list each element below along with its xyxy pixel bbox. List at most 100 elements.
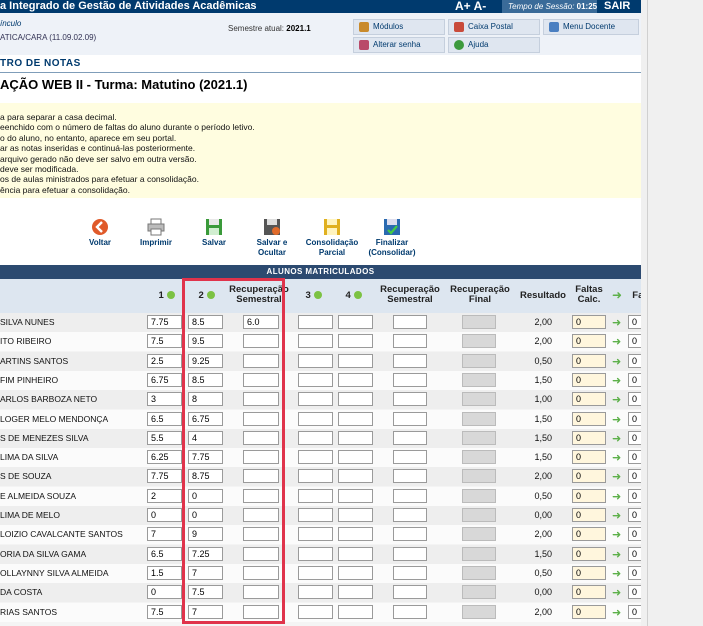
grade-unit-3-input[interactable]: [298, 565, 333, 580]
faltas-input[interactable]: 0: [628, 488, 641, 503]
rec-semestral-2-input[interactable]: [393, 469, 427, 484]
grade-unit-4-input[interactable]: [338, 546, 373, 561]
consolidacao-parcial-button[interactable]: Consolidação Parcial: [302, 218, 362, 258]
faltas-input[interactable]: 0: [628, 353, 641, 368]
copy-arrow-icon[interactable]: ➜: [612, 606, 626, 619]
rec-semestral-2-input[interactable]: [393, 334, 427, 349]
faltas-input[interactable]: 0: [628, 527, 641, 542]
salvar-button[interactable]: Salvar: [184, 218, 244, 248]
faltas-input[interactable]: 0: [628, 334, 641, 349]
grade-unit-3-input[interactable]: [298, 488, 333, 503]
rec-semestral-2-input[interactable]: [393, 450, 427, 465]
grade-unit-3-input[interactable]: [298, 604, 333, 619]
grade-unit-1-input[interactable]: 6.5: [147, 411, 182, 426]
grade-unit-3-input[interactable]: [298, 315, 333, 329]
grade-unit-3-input[interactable]: [298, 469, 333, 484]
copy-arrow-icon[interactable]: ➜: [612, 316, 626, 329]
copy-arrow-icon[interactable]: ➜: [612, 413, 626, 426]
grade-unit-1-input[interactable]: 6.5: [147, 546, 182, 561]
rec-semestral-2-input[interactable]: [393, 411, 427, 426]
grade-unit-3-input[interactable]: [298, 392, 333, 407]
faltas-input[interactable]: 0: [628, 565, 641, 580]
rec-semestral-2-input[interactable]: [393, 353, 427, 368]
faltas-input[interactable]: 0: [628, 430, 641, 445]
grade-unit-4-input[interactable]: [338, 527, 373, 542]
grade-unit-4-input[interactable]: [338, 372, 373, 387]
grade-unit-1-input[interactable]: 6.25: [147, 450, 182, 465]
grade-unit-4-input[interactable]: [338, 469, 373, 484]
faltas-input[interactable]: 0: [628, 411, 641, 426]
grade-unit-3-input[interactable]: [298, 334, 333, 349]
grade-unit-1-input[interactable]: 0: [147, 585, 182, 600]
modulos-button[interactable]: Módulos: [353, 19, 445, 35]
rec-semestral-2-input[interactable]: [393, 372, 427, 387]
copy-arrow-icon[interactable]: ➜: [612, 355, 626, 368]
grade-unit-3-input[interactable]: [298, 372, 333, 387]
grade-unit-3-input[interactable]: [298, 353, 333, 368]
rec-semestral-2-input[interactable]: [393, 488, 427, 503]
grade-unit-4-input[interactable]: [338, 334, 373, 349]
grade-unit-1-input[interactable]: 0: [147, 508, 182, 522]
rec-semestral-2-input[interactable]: [393, 604, 427, 619]
rec-semestral-2-input[interactable]: [393, 546, 427, 561]
grade-unit-4-input[interactable]: [338, 392, 373, 407]
header-unit-1[interactable]: 1: [155, 291, 179, 301]
grade-unit-3-input[interactable]: [298, 430, 333, 445]
grade-unit-4-input[interactable]: [338, 450, 373, 465]
faltas-input[interactable]: 0: [628, 546, 641, 561]
copy-arrow-icon[interactable]: ➜: [612, 470, 626, 483]
copy-arrow-icon[interactable]: ➜: [612, 528, 626, 541]
copy-arrow-icon[interactable]: ➜: [612, 335, 626, 348]
grade-unit-3-input[interactable]: [298, 527, 333, 542]
copy-arrow-icon[interactable]: ➜: [612, 548, 626, 561]
grade-unit-3-input[interactable]: [298, 411, 333, 426]
header-unit-3[interactable]: 3: [302, 291, 326, 301]
grade-unit-1-input[interactable]: 7.75: [147, 315, 182, 329]
grade-unit-1-input[interactable]: 6.75: [147, 372, 182, 387]
grade-unit-3-input[interactable]: [298, 450, 333, 465]
alterar-senha-button[interactable]: Alterar senha: [353, 37, 445, 53]
voltar-button[interactable]: Voltar: [70, 218, 130, 248]
caixa-postal-button[interactable]: Caixa Postal: [448, 19, 540, 35]
grade-unit-4-input[interactable]: [338, 411, 373, 426]
faltas-input[interactable]: 0: [628, 604, 641, 619]
rec-semestral-2-input[interactable]: [393, 392, 427, 407]
ajuda-button[interactable]: Ajuda: [448, 37, 540, 53]
grade-unit-4-input[interactable]: [338, 315, 373, 329]
faltas-input[interactable]: 0: [628, 372, 641, 387]
grade-unit-1-input[interactable]: 1.5: [147, 565, 182, 580]
grade-unit-4-input[interactable]: [338, 430, 373, 445]
copy-arrow-icon[interactable]: ➜: [612, 451, 626, 464]
header-unit-4[interactable]: 4: [342, 291, 366, 301]
menu-docente-button[interactable]: Menu Docente: [543, 19, 639, 35]
rec-semestral-2-input[interactable]: [393, 315, 427, 329]
grade-unit-1-input[interactable]: 7.5: [147, 604, 182, 619]
faltas-input[interactable]: 0: [628, 315, 641, 329]
rec-semestral-2-input[interactable]: [393, 430, 427, 445]
copy-arrow-icon[interactable]: ➜: [612, 432, 626, 445]
copy-arrow-icon[interactable]: ➜: [612, 586, 626, 599]
salvar-ocultar-button[interactable]: Salvar e Ocultar: [242, 218, 302, 258]
imprimir-button[interactable]: Imprimir: [126, 218, 186, 248]
grade-unit-3-input[interactable]: [298, 508, 333, 522]
grade-unit-1-input[interactable]: 5.5: [147, 430, 182, 445]
grade-unit-4-input[interactable]: [338, 585, 373, 600]
rec-semestral-2-input[interactable]: [393, 585, 427, 600]
grade-unit-3-input[interactable]: [298, 585, 333, 600]
faltas-input[interactable]: 0: [628, 469, 641, 484]
grade-unit-4-input[interactable]: [338, 353, 373, 368]
grade-unit-4-input[interactable]: [338, 565, 373, 580]
logout-link[interactable]: SAIR: [604, 0, 630, 13]
grade-unit-1-input[interactable]: 7: [147, 527, 182, 542]
faltas-input[interactable]: 0: [628, 585, 641, 600]
grade-unit-1-input[interactable]: 2.5: [147, 353, 182, 368]
copy-arrow-icon[interactable]: ➜: [612, 374, 626, 387]
grade-unit-1-input[interactable]: 3: [147, 392, 182, 407]
finalizar-button[interactable]: Finalizar (Consolidar): [362, 218, 422, 258]
copy-faltas-icon[interactable]: ➜: [610, 289, 624, 301]
rec-semestral-2-input[interactable]: [393, 527, 427, 542]
grade-unit-4-input[interactable]: [338, 604, 373, 619]
font-size-controls[interactable]: A+ A-: [455, 0, 486, 13]
vinculo-link[interactable]: ínculo: [0, 19, 21, 28]
faltas-input[interactable]: 0: [628, 392, 641, 407]
